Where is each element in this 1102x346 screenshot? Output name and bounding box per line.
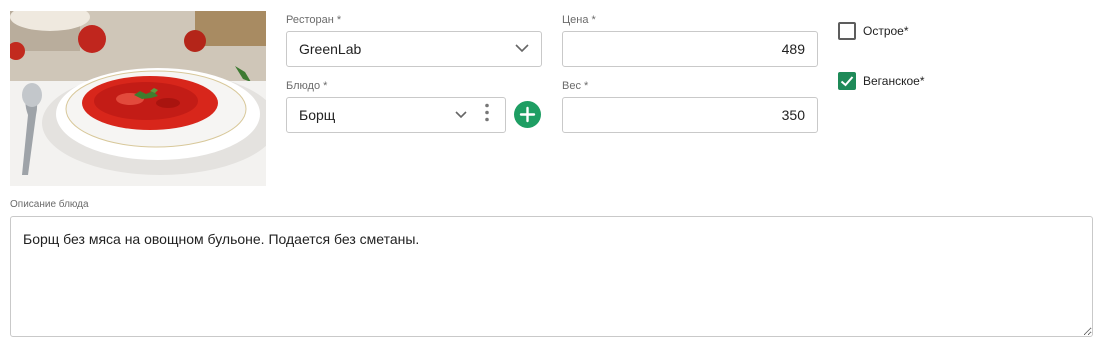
price-label: Цена * <box>562 14 596 26</box>
kebab-menu-icon[interactable] <box>485 103 489 127</box>
description-label: Описание блюда <box>10 199 89 210</box>
weight-label: Вес * <box>562 80 589 92</box>
dish-photo <box>10 11 266 186</box>
chevron-down-icon[interactable] <box>455 106 467 124</box>
weight-input[interactable]: 350 <box>562 97 818 133</box>
dish-select[interactable]: Борщ <box>286 97 506 133</box>
restaurant-select[interactable]: GreenLab <box>286 31 542 67</box>
spicy-checkbox[interactable] <box>838 22 856 40</box>
dish-label: Блюдо * <box>286 80 328 92</box>
vegan-checkbox[interactable] <box>838 72 856 90</box>
check-icon <box>840 76 854 87</box>
vegan-label: Веганское* <box>863 74 925 88</box>
restaurant-label: Ресторан * <box>286 14 342 26</box>
weight-value: 350 <box>781 107 805 123</box>
borscht-image <box>10 11 266 186</box>
price-input[interactable]: 489 <box>562 31 818 67</box>
add-dish-button[interactable] <box>514 101 541 128</box>
plus-circle-icon <box>519 106 536 123</box>
price-value: 489 <box>781 41 805 57</box>
restaurant-value: GreenLab <box>299 41 362 57</box>
spicy-label: Острое* <box>863 24 909 38</box>
chevron-down-icon[interactable] <box>515 40 529 58</box>
dish-value: Борщ <box>299 107 336 123</box>
description-textarea[interactable]: Борщ без мяса на овощном бульоне. Подает… <box>10 216 1093 337</box>
